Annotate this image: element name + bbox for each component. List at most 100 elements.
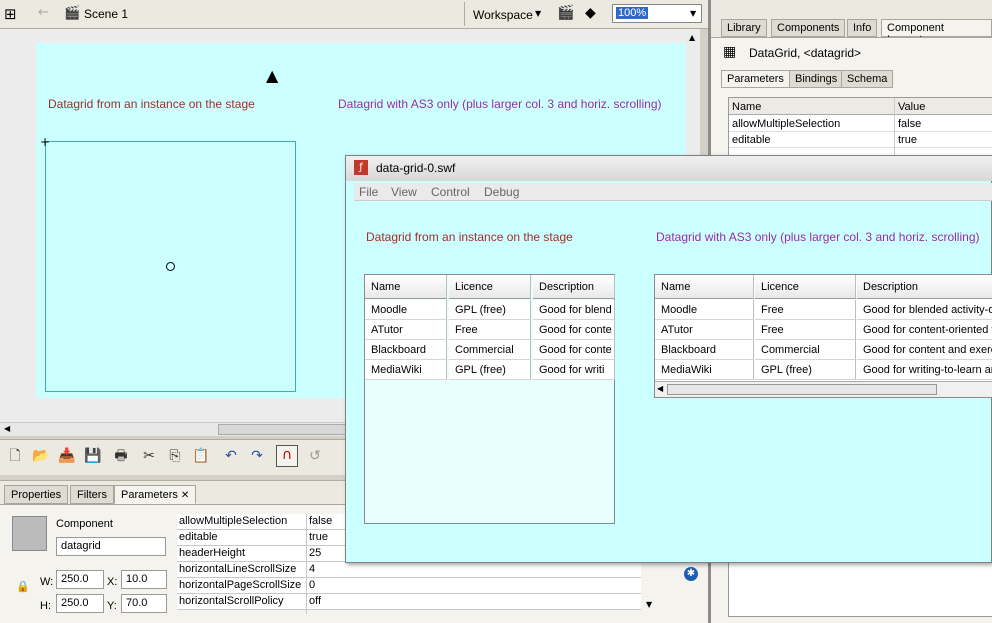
table-cell[interactable]: Blackboard xyxy=(365,340,447,360)
back-arrow-icon[interactable]: ← xyxy=(38,5,49,20)
row-value[interactable]: false xyxy=(898,118,921,130)
table-cell[interactable]: Good for conte xyxy=(533,340,615,360)
param-value[interactable]: off xyxy=(309,595,321,607)
edit-scene-icon[interactable]: 🎬 xyxy=(557,5,574,21)
menu-file[interactable]: File xyxy=(359,185,378,199)
col-header-name[interactable]: Name xyxy=(365,275,447,299)
table-cell[interactable]: Good for blend xyxy=(533,300,615,320)
subtab-schema[interactable]: Schema xyxy=(841,70,894,88)
zoom-select[interactable]: 100% ▼ xyxy=(612,4,702,23)
table-cell[interactable]: ATutor xyxy=(655,320,754,340)
instance-name-field[interactable]: datagrid xyxy=(56,537,166,556)
scroll-up-icon[interactable]: ▲ xyxy=(689,33,695,42)
param-value[interactable]: true xyxy=(309,531,328,543)
table-row[interactable]: editable true xyxy=(729,132,992,148)
height-field[interactable]: 250.0 xyxy=(56,594,104,613)
param-row[interactable]: horizontalPageScrollSize 0 xyxy=(177,578,641,594)
new-file-icon[interactable]: 🗋 xyxy=(6,447,24,465)
y-field[interactable]: 70.0 xyxy=(121,594,167,613)
col-header-name[interactable]: Name xyxy=(655,275,754,299)
table-cell[interactable]: ATutor xyxy=(365,320,447,340)
stage-label-left: Datagrid from an instance on the stage xyxy=(48,97,255,111)
menu-view[interactable]: View xyxy=(391,185,417,199)
undo-icon[interactable]: ↶ xyxy=(222,447,240,465)
scroll-left-icon[interactable]: ◀ xyxy=(657,384,663,393)
col-value-header[interactable]: Value xyxy=(898,101,925,113)
tab-component-inspector[interactable]: Component Inspector xyxy=(881,19,992,46)
width-field[interactable]: 250.0 xyxy=(56,570,104,589)
param-value[interactable]: false xyxy=(309,515,332,527)
scroll-down-icon[interactable]: ▼ xyxy=(646,600,652,609)
transform-point-icon[interactable] xyxy=(166,262,175,271)
edit-symbols-icon[interactable]: ◆ xyxy=(585,5,596,21)
menu-debug[interactable]: Debug xyxy=(484,185,519,199)
table-cell[interactable]: Free xyxy=(755,320,856,340)
copy-icon[interactable]: ⎘ xyxy=(166,447,184,465)
param-value[interactable]: 0 xyxy=(309,579,315,591)
tab-parameters[interactable]: Parameters ✕ xyxy=(114,485,197,504)
tab-library[interactable]: Library xyxy=(721,19,767,37)
table-cell[interactable]: Free xyxy=(449,320,531,340)
table-cell[interactable]: GPL (free) xyxy=(449,300,531,320)
scene-label[interactable]: Scene 1 xyxy=(84,7,128,21)
table-cell[interactable]: GPL (free) xyxy=(755,360,856,380)
timeline-icon[interactable]: ⊞ xyxy=(4,5,17,23)
table-cell[interactable]: Free xyxy=(755,300,856,320)
save-icon[interactable]: 💾 xyxy=(84,447,102,465)
table-cell[interactable]: Blackboard xyxy=(655,340,754,360)
grid-horizontal-scrollbar[interactable]: ◀ xyxy=(655,381,992,397)
lock-icon[interactable]: 🔒 xyxy=(16,580,30,593)
table-cell[interactable]: Commercial xyxy=(449,340,531,360)
param-row[interactable]: horizontalLineScrollSize 4 xyxy=(177,562,641,578)
datagrid-right[interactable]: Name Licence Description Moodle Free Goo… xyxy=(654,274,992,398)
open-file-icon[interactable]: 📂 xyxy=(32,447,50,465)
table-cell[interactable]: Good for writing-to-learn ar xyxy=(857,360,992,380)
param-value[interactable]: 25 xyxy=(309,547,321,559)
table-cell[interactable]: GPL (free) xyxy=(449,360,531,380)
table-row[interactable]: allowMultipleSelection false xyxy=(729,116,992,132)
smooth-icon[interactable]: ↺ xyxy=(306,447,324,465)
row-value[interactable]: true xyxy=(898,134,917,146)
table-cell[interactable]: MediaWiki xyxy=(655,360,754,380)
col-header-licence[interactable]: Licence xyxy=(449,275,531,299)
col-header-description[interactable]: Description xyxy=(857,275,992,299)
workspace-dropdown-icon[interactable]: ▼ xyxy=(535,9,541,18)
zoom-dropdown-icon[interactable]: ▼ xyxy=(690,9,696,18)
col-header-licence[interactable]: Licence xyxy=(755,275,856,299)
cut-icon[interactable]: ✂ xyxy=(140,447,158,465)
tab-components[interactable]: Components xyxy=(771,19,846,37)
swf-titlebar[interactable]: ƒ data-grid-0.swf xyxy=(346,156,992,181)
component-icon xyxy=(12,516,47,551)
snap-magnet-icon[interactable]: ∩ xyxy=(276,445,298,467)
datagrid-left[interactable]: Name Licence Description Moodle GPL (fre… xyxy=(364,274,615,524)
param-value[interactable]: 4 xyxy=(309,563,315,575)
subtab-parameters[interactable]: Parameters xyxy=(721,70,790,88)
paste-icon[interactable]: 📋 xyxy=(192,447,210,465)
table-cell[interactable]: Good for conte xyxy=(533,320,615,340)
print-icon[interactable]: 🖶 xyxy=(112,447,130,465)
tab-properties[interactable]: Properties xyxy=(4,485,69,504)
param-row[interactable]: horizontalScrollPolicy off xyxy=(177,594,641,610)
col-name-header[interactable]: Name xyxy=(732,101,761,113)
close-icon[interactable]: ✕ xyxy=(181,490,189,501)
x-field[interactable]: 10.0 xyxy=(121,570,167,589)
scroll-left-icon[interactable]: ◀ xyxy=(4,424,10,433)
tab-info[interactable]: Info xyxy=(847,19,878,37)
table-cell[interactable]: Good for content and exerc xyxy=(857,340,992,360)
table-cell[interactable]: Moodle xyxy=(365,300,447,320)
table-cell[interactable]: MediaWiki xyxy=(365,360,447,380)
tab-filters[interactable]: Filters xyxy=(70,485,114,504)
col-header-description[interactable]: Description xyxy=(533,275,615,299)
table-cell[interactable]: Good for blended activity-o xyxy=(857,300,992,320)
workspace-menu[interactable]: Workspace xyxy=(473,8,533,22)
table-cell[interactable]: Commercial xyxy=(755,340,856,360)
redo-icon[interactable]: ↷ xyxy=(248,447,266,465)
table-cell[interactable]: Good for writi xyxy=(533,360,615,380)
accessibility-icon[interactable]: ✱ xyxy=(684,567,698,581)
import-icon[interactable]: 📥 xyxy=(58,447,76,465)
table-cell[interactable]: Moodle xyxy=(655,300,754,320)
menu-control[interactable]: Control xyxy=(431,185,470,199)
scroll-thumb[interactable] xyxy=(667,384,937,395)
table-cell[interactable]: Good for content-oriented t xyxy=(857,320,992,340)
subtab-bindings[interactable]: Bindings xyxy=(789,70,844,88)
